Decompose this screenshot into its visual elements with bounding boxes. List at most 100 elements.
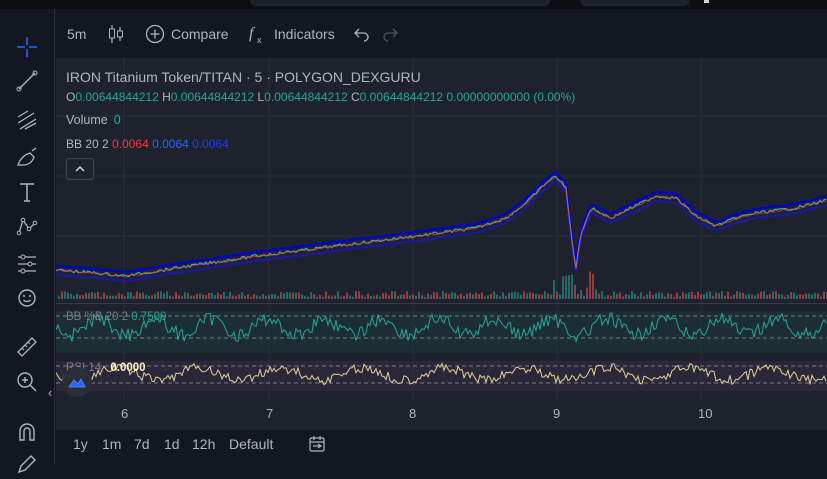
time-axis[interactable]: 6 7 8 9 10 (56, 400, 827, 430)
volume-bar (787, 294, 789, 299)
volume-bar (367, 293, 369, 299)
brush-icon[interactable] (12, 142, 42, 172)
range-1d[interactable]: 1d (164, 436, 180, 452)
volume-bar (595, 289, 597, 299)
volume-bar (100, 296, 102, 299)
volume-bar (682, 291, 684, 299)
volume-bar (646, 294, 648, 299)
volume-bar (559, 294, 561, 299)
default-button[interactable]: Default (229, 436, 273, 452)
volume-bar (340, 296, 342, 299)
volume-bar (577, 293, 579, 299)
volume-bar (217, 292, 219, 299)
volume-bar (571, 274, 573, 299)
volume-bar (685, 293, 687, 299)
volume-bar (160, 291, 162, 299)
volume-bar (439, 296, 441, 299)
volume-bar (637, 296, 639, 299)
date-range-icon[interactable] (308, 435, 326, 456)
volume-bar (604, 296, 606, 299)
volume-bar (343, 296, 345, 299)
volume-bar (307, 296, 309, 299)
svg-text:f: f (249, 25, 256, 42)
volume-bar (319, 295, 321, 299)
text-icon[interactable] (12, 177, 42, 207)
volume-bar (169, 295, 171, 299)
volume-bar (484, 296, 486, 299)
volume-bar (163, 293, 165, 299)
volume-bar (454, 292, 456, 299)
volume-bar (88, 293, 90, 299)
interval-button[interactable]: 5m (67, 23, 86, 45)
crosshair-icon[interactable] (12, 32, 42, 62)
chevron-left-icon[interactable]: ‹ (48, 385, 52, 400)
volume-bar (679, 296, 681, 299)
volume-bar (184, 292, 186, 299)
candles-icon[interactable] (107, 23, 125, 45)
volume-bar (376, 294, 378, 299)
volume-bar (190, 295, 192, 299)
volume-bar (580, 290, 582, 299)
volume-bar (607, 295, 609, 299)
volume-bar (238, 294, 240, 299)
volume-bar (781, 294, 783, 299)
volume-bar (241, 291, 243, 299)
tradingview-logo[interactable] (62, 367, 92, 397)
indicators-button[interactable]: fx Indicators (248, 23, 335, 45)
magnet-icon[interactable] (12, 417, 42, 447)
collapse-legend-button[interactable] (66, 158, 94, 180)
measure-icon[interactable] (12, 249, 42, 279)
volume-bar (733, 294, 735, 299)
fib-icon[interactable] (12, 105, 42, 135)
range-12h[interactable]: 12h (192, 436, 215, 452)
volume-bar (592, 274, 594, 299)
volume-bar (199, 293, 201, 299)
volume-bar (226, 296, 228, 299)
undo-icon[interactable] (353, 23, 371, 45)
compare-button[interactable]: Compare (145, 23, 229, 45)
volume-bar (466, 293, 468, 299)
volume-bar (544, 291, 546, 299)
volume-bar (346, 292, 348, 299)
zoom-in-icon[interactable] (12, 367, 42, 397)
volume-bar (394, 291, 396, 299)
volume-bar (712, 295, 714, 299)
volume-bar (370, 295, 372, 299)
volume-bar (775, 291, 777, 299)
volume-bar (751, 294, 753, 299)
volume-bar (742, 292, 744, 299)
pencil-icon[interactable] (12, 449, 42, 479)
volume-bar (517, 292, 519, 299)
volume-bar (670, 293, 672, 299)
volume-bar (547, 293, 549, 299)
volume-bar (631, 291, 633, 299)
pattern-icon[interactable] (12, 212, 42, 242)
volume-bar (154, 293, 156, 299)
volume-bar (541, 294, 543, 299)
volume-bar (469, 292, 471, 299)
x-tick: 9 (553, 406, 561, 421)
volume-bar (409, 295, 411, 299)
volume-bar (445, 292, 447, 299)
redo-icon[interactable] (381, 23, 399, 45)
emoji-icon[interactable] (12, 283, 42, 313)
volume-bar (328, 295, 330, 299)
ruler-icon[interactable] (12, 332, 42, 362)
volume-bar (301, 294, 303, 299)
volume-bar (808, 293, 810, 299)
volume-bar (181, 296, 183, 299)
volume-bar (619, 292, 621, 299)
range-7d[interactable]: 7d (134, 436, 150, 452)
range-1m[interactable]: 1m (102, 436, 121, 452)
volume-bar (250, 296, 252, 299)
range-1y[interactable]: 1y (73, 436, 88, 452)
volume-bar (172, 296, 174, 299)
volume-bar (784, 296, 786, 299)
volume-bar (295, 292, 297, 299)
volume-bar (613, 291, 615, 299)
volume-bar (799, 294, 801, 299)
chart-canvas[interactable] (56, 58, 827, 400)
trend-line-icon[interactable] (12, 66, 42, 96)
volume-bar (178, 295, 180, 299)
volume-bar (823, 291, 825, 299)
